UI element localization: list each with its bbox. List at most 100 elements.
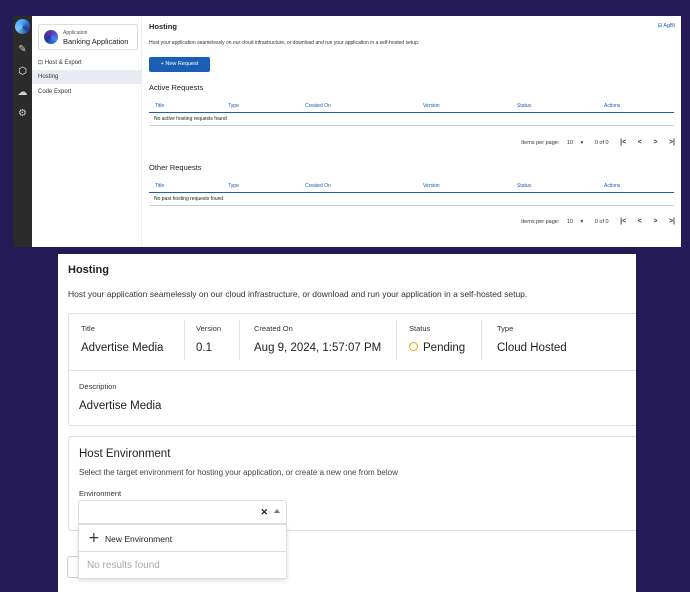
hosting-detail-screenshot: Hosting Host your application seamelessl… xyxy=(58,254,636,592)
pagination: Items per page: 10 ▾ 0 of 0 |< < > >| xyxy=(515,218,675,225)
pagination: Items per page: 10 ▾ 0 of 0 |< < > >| xyxy=(515,139,675,146)
next-page-button[interactable]: > xyxy=(653,139,657,146)
request-details-card: Title Advertise Media Version 0.1 Create… xyxy=(68,313,636,426)
column-created-on[interactable]: Created On xyxy=(305,183,331,189)
column-type[interactable]: Type xyxy=(228,103,239,109)
page-description: Host your application seamelessly on our… xyxy=(68,289,528,299)
sidebar-item-label: Hosting xyxy=(38,74,59,80)
chevron-down-icon[interactable]: ▾ xyxy=(581,140,584,146)
sidebar: Application Banking Application ⊡ Host &… xyxy=(32,16,142,247)
per-page-select[interactable]: 10 xyxy=(567,219,573,225)
empty-row: No past hosting requests found xyxy=(149,193,674,206)
new-request-button[interactable]: + New Request xyxy=(149,57,210,72)
last-page-button[interactable]: >| xyxy=(669,218,675,225)
application-icon xyxy=(44,30,58,44)
column-created-on[interactable]: Created On xyxy=(305,103,331,109)
new-environment-option[interactable]: + New Environment xyxy=(79,525,286,552)
divider xyxy=(69,370,636,371)
page-range: 0 of 0 xyxy=(594,140,609,146)
column-actions[interactable]: Actions xyxy=(604,103,620,109)
first-page-button[interactable]: |< xyxy=(620,218,626,225)
chevron-up-icon[interactable] xyxy=(274,509,280,513)
detail-label: Type xyxy=(497,324,514,333)
active-requests-table: Title Type Created On Version Status Act… xyxy=(149,100,674,126)
chevron-down-icon[interactable]: ▾ xyxy=(581,219,584,225)
detail-created-on: Created On Aug 9, 2024, 1:57:07 PM xyxy=(254,324,381,354)
page-description: Host your application seamelessly on our… xyxy=(149,40,420,46)
column-status[interactable]: Status xyxy=(517,103,531,109)
environment-label: Environment xyxy=(79,489,122,498)
sidebar-item-code-export[interactable]: Code Export xyxy=(32,85,142,99)
main-content: Hosting ⊟ AgBl Host your application sea… xyxy=(149,16,681,247)
first-page-button[interactable]: |< xyxy=(620,139,626,146)
detail-description: Description Advertise Media xyxy=(79,382,161,412)
page-title: Hosting xyxy=(149,22,177,31)
box-icon[interactable]: ⬡ xyxy=(13,66,32,77)
next-page-button[interactable]: > xyxy=(653,218,657,225)
detail-label: Version xyxy=(196,324,222,333)
column-type[interactable]: Type xyxy=(228,183,239,189)
prev-page-button[interactable]: < xyxy=(638,218,642,225)
detail-version: Version 0.1 xyxy=(196,324,221,354)
app-subtitle: Application xyxy=(63,30,88,36)
app-name: Banking Application xyxy=(63,37,129,46)
user-menu[interactable]: ⊟ AgBl xyxy=(658,23,675,29)
prev-page-button[interactable]: < xyxy=(638,139,642,146)
other-requests-table: Title Type Created On Version Status Act… xyxy=(149,180,674,206)
column-version[interactable]: Version xyxy=(423,103,440,109)
plus-icon: + xyxy=(88,530,100,546)
user-name: AgBl xyxy=(663,23,675,29)
pending-clock-icon xyxy=(409,342,418,351)
sidebar-item-label: Code Export xyxy=(38,89,72,95)
divider xyxy=(184,320,185,360)
detail-value: Advertise Media xyxy=(81,342,164,354)
status-badge: Pending xyxy=(423,342,466,354)
hosting-list-screenshot: ✎ ⬡ ☁ ⚙ Application Banking Application … xyxy=(13,16,681,247)
sidebar-item-host-export[interactable]: ⊡ Host & Export xyxy=(32,56,142,70)
pencil-icon[interactable]: ✎ xyxy=(13,44,32,55)
column-title[interactable]: Title xyxy=(155,183,164,189)
column-version[interactable]: Version xyxy=(423,183,440,189)
cloud-icon[interactable]: ☁ xyxy=(13,87,32,98)
column-status[interactable]: Status xyxy=(517,183,531,189)
detail-value: Advertise Media xyxy=(79,400,162,412)
per-page-select[interactable]: 10 xyxy=(567,140,573,146)
column-actions[interactable]: Actions xyxy=(604,183,620,189)
gear-icon[interactable]: ⚙ xyxy=(13,108,32,119)
environment-dropdown: + New Environment No results found xyxy=(78,524,287,579)
app-logo-icon[interactable] xyxy=(15,19,30,34)
app-switcher[interactable]: Application Banking Application xyxy=(38,24,138,50)
section-heading: Host Environment xyxy=(79,448,171,460)
divider xyxy=(239,320,240,360)
detail-title: Title Advertise Media xyxy=(81,324,163,354)
no-results-text: No results found xyxy=(87,560,160,571)
detail-status: Status Pending xyxy=(409,324,465,354)
column-title[interactable]: Title xyxy=(155,103,164,109)
detail-value: Aug 9, 2024, 1:57:07 PM xyxy=(254,342,382,354)
detail-value: Cloud Hosted xyxy=(497,342,567,354)
host-export-icon: ⊡ xyxy=(38,60,45,66)
option-label: New Environment xyxy=(105,534,173,544)
detail-label: Title xyxy=(81,324,95,333)
detail-value: 0.1 xyxy=(196,342,212,354)
sidebar-item-label: Host & Export xyxy=(44,60,82,66)
table-header: Title Type Created On Version Status Act… xyxy=(149,100,674,113)
detail-label: Status xyxy=(409,324,431,333)
last-page-button[interactable]: >| xyxy=(669,139,675,146)
page-range: 0 of 0 xyxy=(594,219,609,225)
active-requests-heading: Active Requests xyxy=(149,83,204,92)
sidebar-item-hosting[interactable]: Hosting xyxy=(32,70,142,84)
detail-label: Created On xyxy=(254,324,293,333)
table-header: Title Type Created On Version Status Act… xyxy=(149,180,674,193)
divider xyxy=(481,320,482,360)
divider xyxy=(396,320,397,360)
environment-select[interactable]: ✕ xyxy=(78,500,287,524)
close-icon[interactable]: ✕ xyxy=(260,507,268,518)
items-per-page-label: Items per page: xyxy=(521,140,560,146)
items-per-page-label: Items per page: xyxy=(521,219,560,225)
icon-rail: ✎ ⬡ ☁ ⚙ xyxy=(13,16,32,247)
detail-label: Description xyxy=(79,382,117,391)
other-requests-heading: Other Requests xyxy=(149,163,202,172)
page-title: Hosting xyxy=(68,264,109,276)
empty-row: No active hosting requests found xyxy=(149,113,674,126)
